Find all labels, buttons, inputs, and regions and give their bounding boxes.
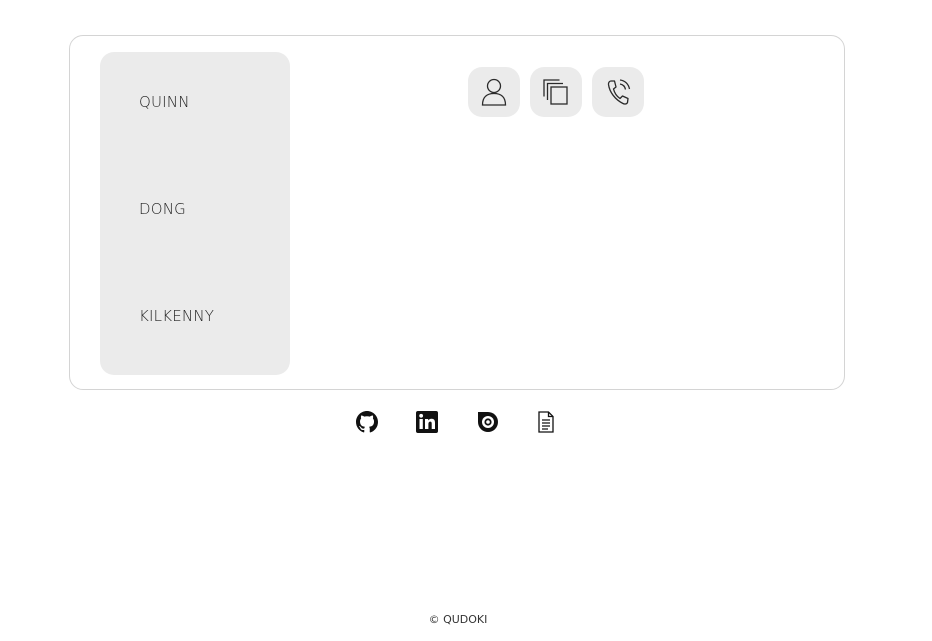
linkedin-icon [416, 411, 438, 433]
linkedin-link[interactable] [415, 410, 439, 434]
profile-button[interactable] [468, 67, 520, 117]
github-link[interactable] [355, 410, 379, 434]
name-item-middle[interactable]: DONG [139, 200, 186, 218]
copy-button[interactable] [530, 67, 582, 117]
phone-button[interactable] [592, 67, 644, 117]
name-item-last[interactable]: KILKENNY [139, 307, 214, 325]
copyright-footer: © QUDOKI [428, 613, 488, 626]
github-icon [356, 411, 378, 433]
copy-icon [543, 79, 568, 105]
document-icon [538, 411, 554, 433]
phone-icon [607, 79, 631, 105]
issuu-icon [478, 412, 498, 432]
name-item-first[interactable]: QUINN [139, 93, 190, 111]
resume-link[interactable] [534, 410, 558, 434]
name-panel: QUINN DONG KILKENNY [100, 52, 290, 375]
issuu-link[interactable] [476, 410, 500, 434]
profile-card: QUINN DONG KILKENNY [69, 35, 845, 390]
person-icon [481, 78, 507, 106]
